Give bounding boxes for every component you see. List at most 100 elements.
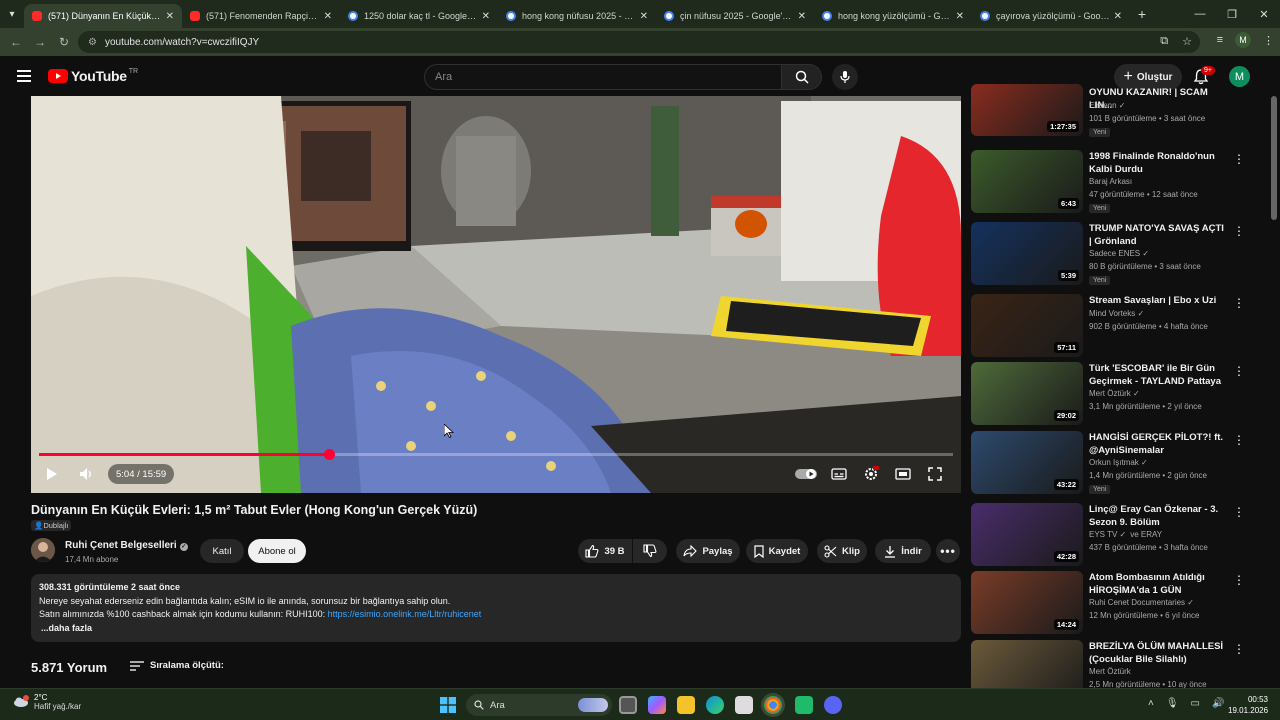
channel-name[interactable]: EYS TV <box>1089 530 1117 539</box>
like-button[interactable]: 39 B <box>578 539 632 563</box>
video-thumbnail[interactable]: 57:11 <box>971 294 1083 357</box>
chrome-browser-icon[interactable] <box>764 696 782 714</box>
share-button[interactable]: Paylaş <box>676 539 740 563</box>
recommended-video[interactable]: 43:22 HANGİSİ GERÇEK PİLOT?! ft. @AyniSin… <box>971 431 1261 496</box>
video-thumbnail[interactable]: 1:27:35 <box>971 84 1083 136</box>
more-options-icon[interactable]: ⋮ <box>1233 433 1245 447</box>
restore-icon[interactable]: ❐ <box>1216 0 1248 28</box>
recommended-channel-name[interactable]: Orkun Işıtmak ✓ <box>1089 458 1148 467</box>
account-avatar[interactable]: M <box>1229 66 1250 87</box>
recommended-channel-name[interactable]: Elraenn ✓ <box>1089 101 1126 110</box>
browser-menu-icon[interactable]: ⋮ <box>1263 34 1274 47</box>
video-thumbnail[interactable]: 5:39 <box>971 222 1083 285</box>
channel-name-row[interactable]: Ruhi Çenet Belgeselleri ✓ <box>65 540 188 551</box>
recommended-video[interactable]: 42:28 Linç@ Eray Can Özkenar - 3. Sezon 9… <box>971 503 1261 568</box>
close-tab-icon[interactable]: ✕ <box>798 11 806 22</box>
mute-button[interactable] <box>73 464 99 484</box>
fullscreen-button[interactable] <box>922 464 948 484</box>
settings-button[interactable] <box>858 464 884 484</box>
recommended-video-title[interactable]: HANGİSİ GERÇEK PİLOT?! ft. @AyniSinemala… <box>1089 431 1229 457</box>
recommended-channel-name[interactable]: Mert Öztürk <box>1089 667 1131 676</box>
task-view-icon[interactable] <box>619 696 637 714</box>
recommended-channel-name[interactable]: Mind Vorteks ✓ <box>1089 309 1144 318</box>
save-button[interactable]: Kaydet <box>746 539 808 563</box>
recommended-video[interactable]: 57:11 Stream Savaşları | Ebo x Uzi Mind Vo… <box>971 294 1261 359</box>
page-scrollbar[interactable] <box>1271 96 1277 220</box>
more-options-icon[interactable]: ⋮ <box>1233 642 1245 656</box>
play-button[interactable] <box>39 464 65 484</box>
file-explorer-icon[interactable] <box>677 696 695 714</box>
progress-scrubber-handle[interactable] <box>323 449 335 460</box>
clip-button[interactable]: Klip <box>817 539 867 563</box>
channel-name[interactable]: Ruhi Cenet Documentaries <box>1089 598 1185 607</box>
channel-name[interactable]: Mert Öztürk <box>1089 667 1131 676</box>
recommended-video-title[interactable]: Linç@ Eray Can Özkenar - 3. Sezon 9. Böl… <box>1089 503 1229 529</box>
channel-name[interactable]: Ruhi Çenet Belgeselleri <box>65 540 177 551</box>
browser-tab-5[interactable]: hong kong yüzölçümü - Google ✕ <box>814 4 972 28</box>
recommended-video-title[interactable]: TRUMP NATO'YA SAVAŞ AÇTI | Grönland <box>1089 222 1229 248</box>
progress-bar[interactable] <box>39 449 953 460</box>
channel-name[interactable]: Baraj Arkası <box>1089 177 1132 186</box>
copilot-icon[interactable] <box>648 696 666 714</box>
back-arrow-icon[interactable]: ← <box>4 35 28 49</box>
browser-tab-1[interactable]: (571) Fenomenden Rapçiye, Rap ✕ <box>182 4 340 28</box>
recommended-video-title[interactable]: 1998 Finalinde Ronaldo'nun Kalbi Durdu <box>1089 150 1229 176</box>
weather-widget[interactable]: 2°C Hafif yağ./kar <box>12 693 81 711</box>
browser-tab-0[interactable]: (571) Dünyanın En Küçük Evleri: 1,5 m² ✕ <box>24 4 182 28</box>
close-tab-icon[interactable]: ✕ <box>324 11 332 22</box>
recommended-video[interactable]: 5:39 TRUMP NATO'YA SAVAŞ AÇTI | Grönland S… <box>971 222 1261 287</box>
description-link[interactable]: https://esimio.onelink.me/Lltr/ruhicenet <box>328 609 482 619</box>
recommended-video[interactable]: 1:27:35 OYUNU KAZANIR! | SCAM LIN... Elrae… <box>971 84 1261 155</box>
new-tab-button[interactable]: + <box>1130 6 1154 22</box>
recommended-video-title[interactable]: Atom Bombasının Atıldığı HİROŞİMA'da 1 G… <box>1089 571 1229 597</box>
voice-search-button[interactable] <box>832 64 858 90</box>
channel-name[interactable]: Mind Vorteks <box>1089 309 1135 318</box>
browser-tab-4[interactable]: çin nüfusu 2025 - Google'da Ara ✕ <box>656 4 814 28</box>
network-icon[interactable]: ▭ <box>1191 698 1200 709</box>
close-tab-icon[interactable]: ✕ <box>640 11 648 22</box>
show-more-link[interactable]: ...daha fazla <box>39 622 953 636</box>
address-bar[interactable]: ⚙ youtube.com/watch?v=cwczifiIQJY ⧉ ☆ <box>78 31 1200 53</box>
video-thumbnail[interactable]: 43:22 <box>971 431 1083 494</box>
more-options-icon[interactable]: ⋮ <box>1233 152 1245 166</box>
more-options-icon[interactable]: ⋮ <box>1233 296 1245 310</box>
close-window-icon[interactable]: ✕ <box>1248 0 1280 28</box>
description-box[interactable]: 308.331 görüntüleme 2 saat önce Nereye s… <box>31 574 961 642</box>
more-options-icon[interactable]: ⋮ <box>1233 573 1245 587</box>
more-actions-button[interactable]: ••• <box>936 539 960 563</box>
app-icon[interactable] <box>795 696 813 714</box>
recommended-channel-name[interactable]: Baraj Arkası <box>1089 177 1132 186</box>
channel-name[interactable]: Mert Öztürk <box>1089 389 1131 398</box>
install-app-icon[interactable]: ⧉ <box>1160 35 1168 48</box>
taskbar-clock[interactable]: 00:53 19.01.2026 <box>1228 694 1268 716</box>
browser-tab-6[interactable]: çayırova yüzölçümü - Google'da ✕ <box>972 4 1130 28</box>
windows-start-icon[interactable] <box>440 697 456 713</box>
youtube-logo[interactable]: YouTube TR <box>48 68 138 84</box>
channel-name[interactable]: Orkun Işıtmak <box>1089 458 1139 467</box>
recommended-channel-name[interactable]: EYS TV ✓ ve ERAY <box>1089 530 1162 539</box>
sort-comments-button[interactable]: Sıralama ölçütü: <box>130 660 224 671</box>
channel-name[interactable]: Sadece ENES <box>1089 249 1140 258</box>
forward-arrow-icon[interactable]: → <box>28 35 52 49</box>
recommended-channel-name[interactable]: Ruhi Cenet Documentaries ✓ <box>1089 598 1194 607</box>
autoplay-toggle[interactable] <box>793 464 819 484</box>
video-player[interactable]: 5:04 / 15:59 <box>31 96 961 493</box>
close-tab-icon[interactable]: ✕ <box>166 11 174 22</box>
taskbar-search[interactable]: Ara <box>466 694 612 716</box>
recommended-video-title[interactable]: Stream Savaşları | Ebo x Uzi <box>1089 294 1229 307</box>
close-tab-icon[interactable]: ✕ <box>956 11 964 22</box>
recommended-video[interactable]: 14:24 Atom Bombasının Atıldığı HİROŞİMA'd… <box>971 571 1261 636</box>
microphone-tray-icon[interactable]: 🎙 <box>1166 698 1179 709</box>
speaker-icon[interactable]: 🔊 <box>1212 698 1224 709</box>
video-thumbnail[interactable]: 6:43 <box>971 150 1083 213</box>
reload-icon[interactable]: ↻ <box>52 35 76 49</box>
more-options-icon[interactable]: ⋮ <box>1233 505 1245 519</box>
browser-tab-2[interactable]: 1250 dolar kaç tl - Google'da Ara ✕ <box>340 4 498 28</box>
browser-tab-3[interactable]: hong kong nüfusu 2025 - Google ✕ <box>498 4 656 28</box>
tab-search-menu-icon[interactable]: ▾ <box>0 0 24 28</box>
channel-avatar[interactable] <box>31 538 55 562</box>
more-options-icon[interactable]: ⋮ <box>1233 224 1245 238</box>
subscribe-button[interactable]: Abone ol <box>248 539 306 563</box>
recommended-video[interactable]: 6:43 1998 Finalinde Ronaldo'nun Kalbi Dur… <box>971 150 1261 215</box>
tray-expand-icon[interactable]: ˄ <box>1148 698 1154 709</box>
